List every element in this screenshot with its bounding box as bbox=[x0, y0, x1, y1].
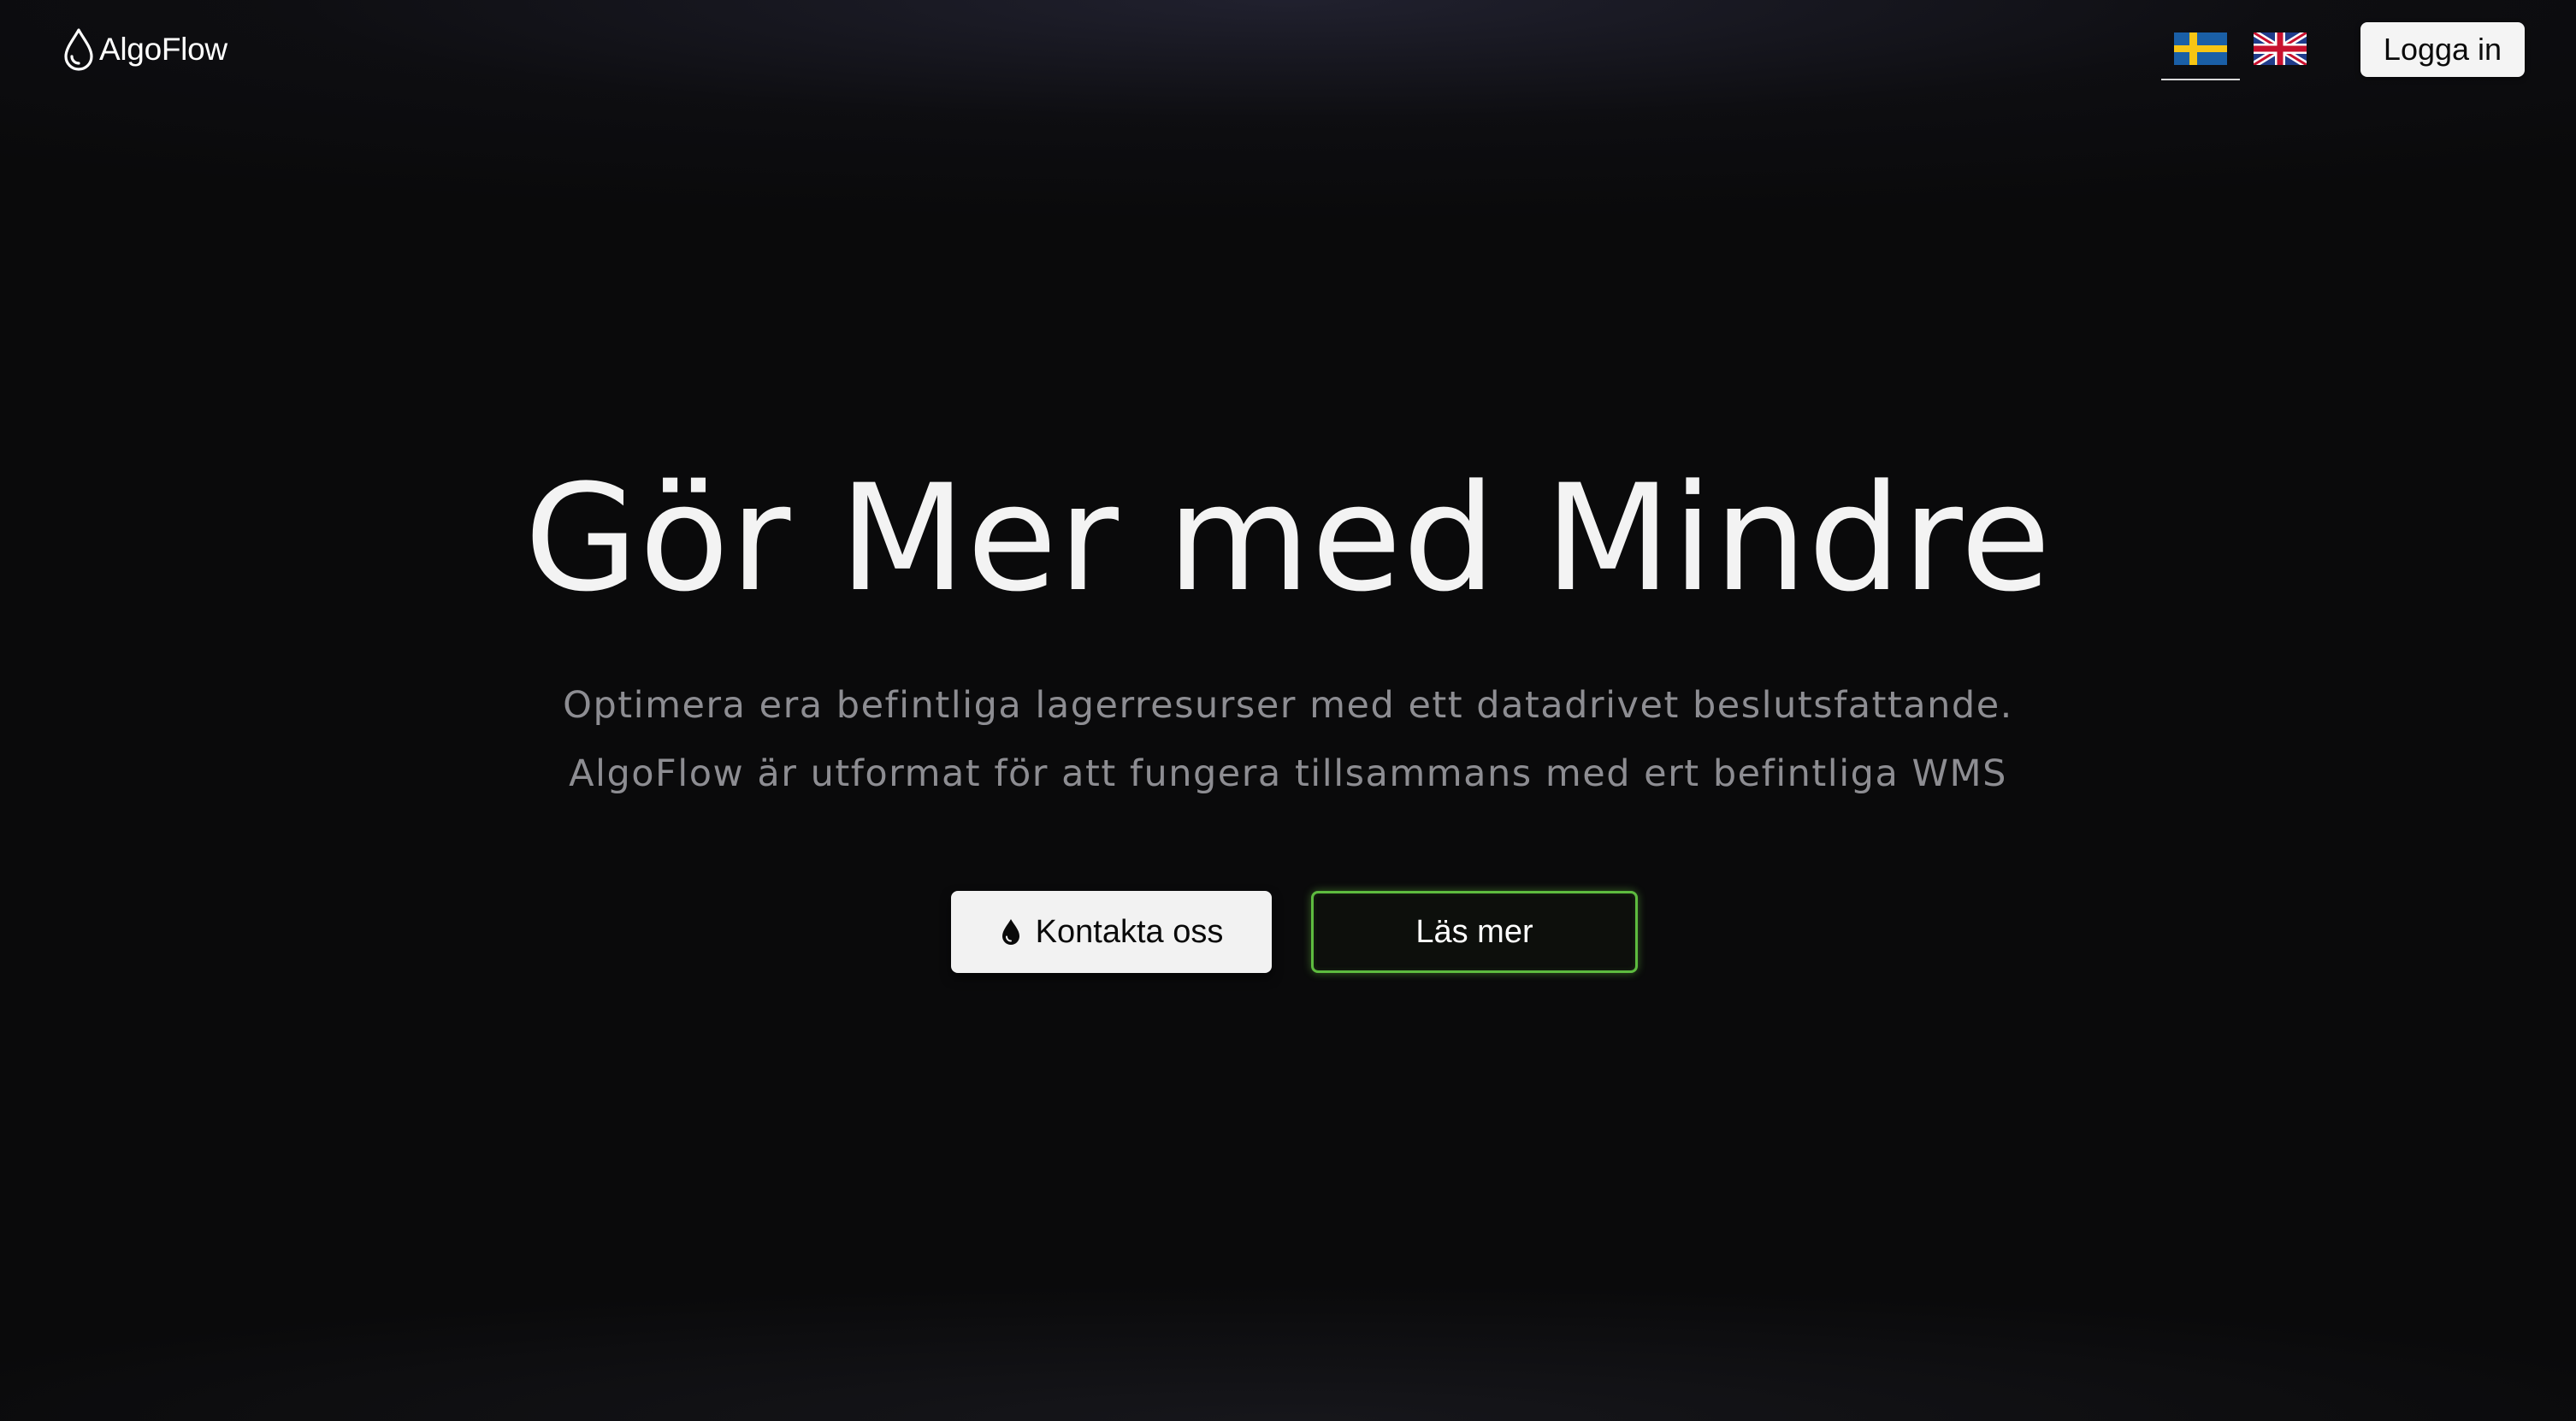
contact-us-label: Kontakta oss bbox=[1035, 913, 1224, 950]
droplet-outline-icon bbox=[64, 28, 93, 71]
brand-logo[interactable]: AlgoFlow bbox=[62, 26, 227, 74]
read-more-button[interactable]: Läs mer bbox=[1311, 891, 1638, 973]
droplet-filled-icon bbox=[1001, 919, 1019, 945]
uk-flag-icon bbox=[2254, 32, 2307, 65]
landing-page: AlgoFlow Logga in Gör Mer med Mindre Opt… bbox=[0, 0, 2576, 1421]
login-button[interactable]: Logga in bbox=[2360, 22, 2525, 77]
language-sv-button[interactable] bbox=[2161, 29, 2240, 80]
hero-subtitle-line-1: Optimera era befintliga lagerresurser me… bbox=[563, 684, 2013, 727]
top-navigation: AlgoFlow Logga in bbox=[0, 0, 2576, 103]
hero-title: Gör Mer med Mindre bbox=[524, 452, 2052, 624]
sweden-flag-icon bbox=[2174, 32, 2227, 65]
language-en-button[interactable] bbox=[2241, 29, 2319, 80]
contact-us-button[interactable]: Kontakta oss bbox=[951, 891, 1272, 973]
brand-name: AlgoFlow bbox=[99, 32, 227, 67]
hero-subtitle-line-2: AlgoFlow är utformat för att fungera til… bbox=[569, 752, 2007, 795]
